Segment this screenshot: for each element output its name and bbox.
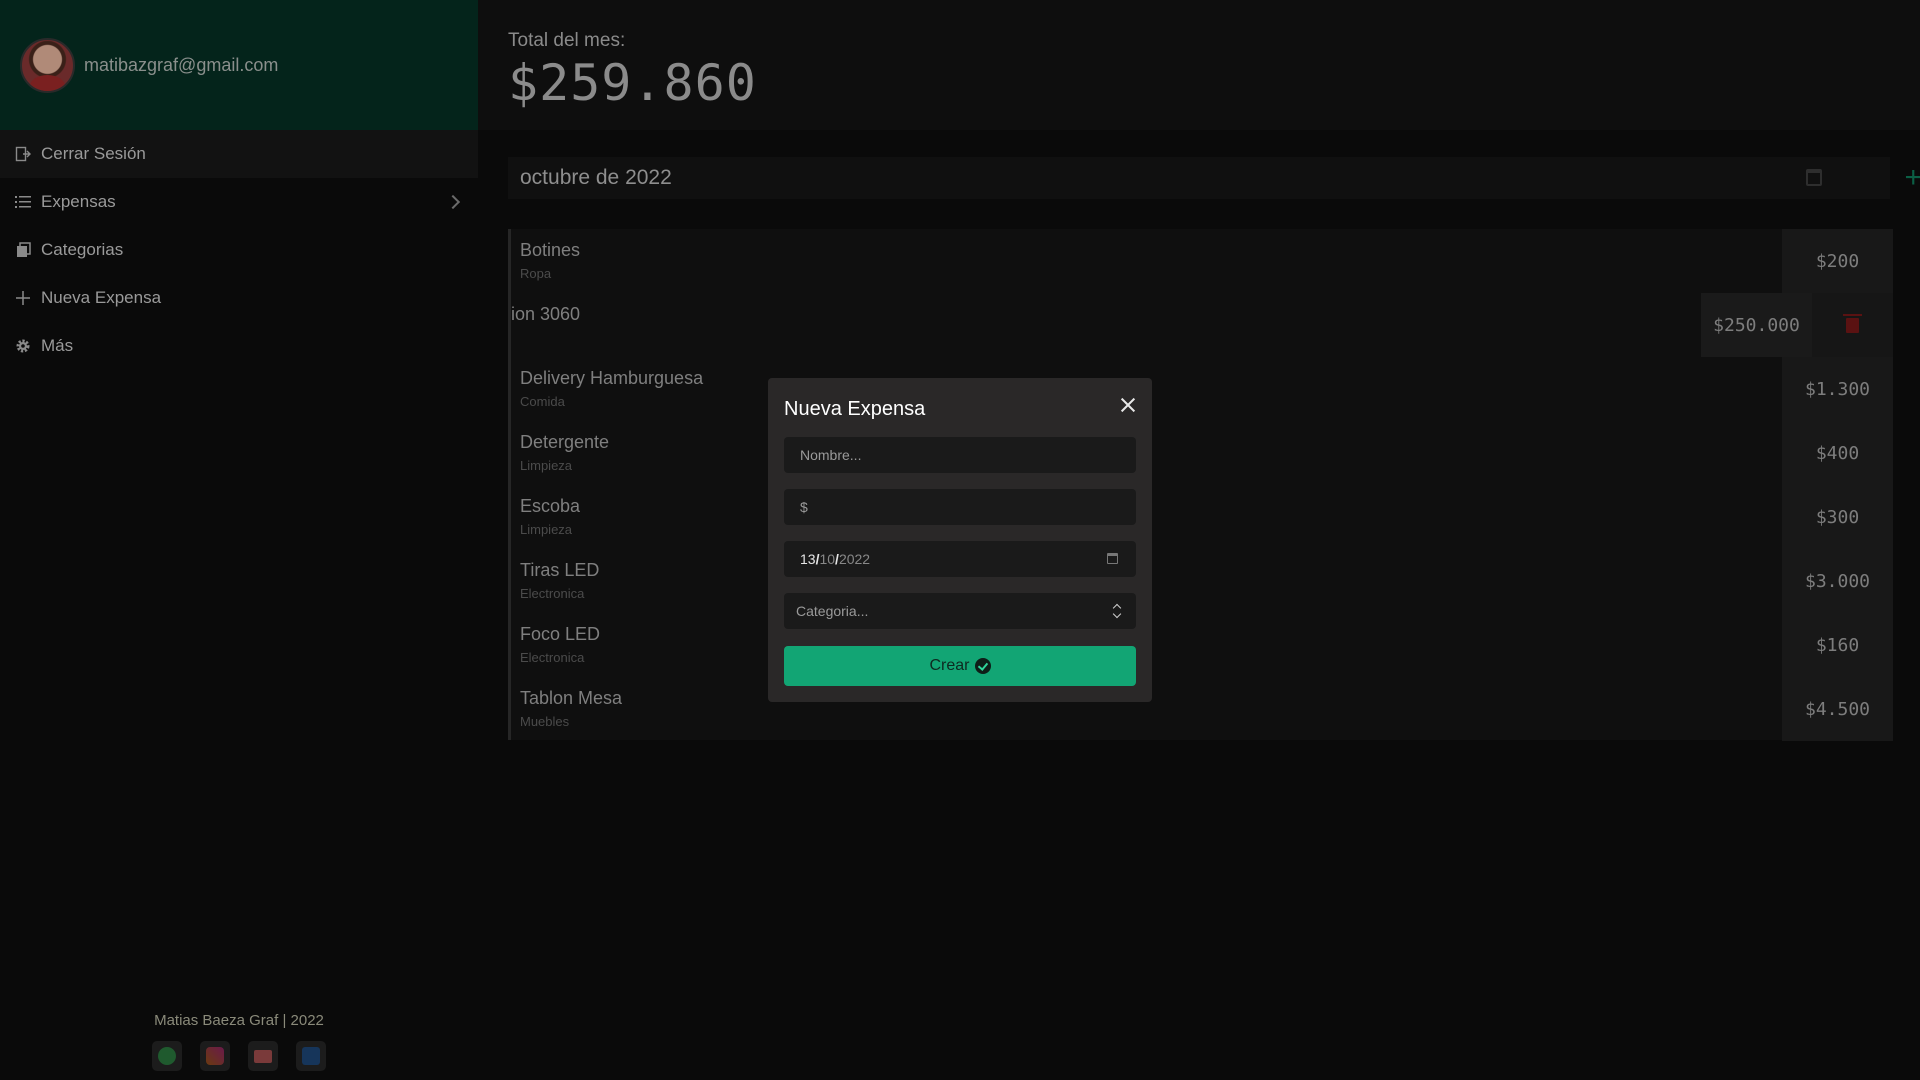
list-item[interactable]: ion 3060 $250.000 [511, 293, 1893, 357]
list-item[interactable]: Tablon Mesa Muebles $4.500 [511, 677, 1893, 741]
expense-amount: $250.000 [1701, 293, 1812, 357]
chevron-right-icon [445, 194, 461, 210]
date-month: 10 [819, 551, 836, 567]
list-item[interactable]: Delivery Hamburguesa Comida $1.300 [511, 357, 1893, 421]
expense-name: Delivery Hamburguesa [520, 368, 704, 388]
calendar-icon[interactable] [1806, 169, 1822, 186]
categories-icon [14, 241, 32, 259]
gear-icon [14, 337, 32, 355]
whatsapp-icon[interactable] [152, 1041, 182, 1071]
expense-name: Escoba [520, 496, 581, 516]
expense-category: Electronica [520, 650, 585, 665]
total-label: Total del mes: [508, 30, 626, 51]
close-icon[interactable] [1120, 397, 1136, 413]
expense-name: Detergente [520, 432, 610, 452]
month-selector: octubre de 2022 + [508, 157, 1920, 199]
select-arrows-icon [1112, 602, 1122, 620]
new-expense-modal: Nueva Expensa Nombre... $ 13/10/2022 Cat… [768, 378, 1152, 702]
calendar-icon[interactable] [1107, 553, 1118, 564]
main-content: Total del mes: $259.860 octubre de 2022 … [478, 0, 1920, 1080]
list-item[interactable]: Escoba Limpieza $300 [511, 485, 1893, 549]
date-input[interactable]: 13/10/2022 [784, 541, 1136, 577]
sidebar-item-label: Más [41, 336, 74, 355]
sidebar: matibazgraf@gmail.com Cerrar Sesión Expe… [0, 0, 478, 1080]
expense-amount: $3.000 [1782, 549, 1893, 613]
sidebar-item-label: Nueva Expensa [41, 288, 162, 307]
expense-category: Electronica [520, 586, 585, 601]
create-button[interactable]: Crear [784, 646, 1136, 686]
expense-category: Muebles [520, 714, 570, 729]
sidebar-item-mas[interactable]: Más [0, 322, 478, 370]
amount-input[interactable]: $ [784, 489, 1136, 525]
sidebar-item-nueva-expensa[interactable]: Nueva Expensa [0, 274, 478, 322]
expense-list: Botines Ropa $200 ion 3060 $250.000 Deli… [508, 229, 1893, 741]
category-select[interactable]: Categoria... [784, 593, 1136, 629]
expense-amount: $400 [1782, 421, 1893, 485]
list-item[interactable]: Detergente Limpieza $400 [511, 421, 1893, 485]
expense-name: Tiras LED [520, 560, 600, 580]
footer-credit: Matias Baeza Graf | 2022 [154, 1012, 324, 1029]
logout-icon [14, 145, 32, 163]
delete-button[interactable] [1812, 293, 1893, 357]
expense-category: Ropa [520, 266, 552, 281]
expense-amount: $160 [1782, 613, 1893, 677]
trash-icon [1843, 313, 1862, 333]
month-total-header: Total del mes: $259.860 [478, 0, 1920, 130]
expense-name: Tablon Mesa [520, 688, 623, 708]
list-item[interactable]: Botines Ropa $200 [511, 229, 1893, 293]
expense-category: Comida [520, 394, 565, 409]
profile-header: matibazgraf@gmail.com [0, 0, 478, 130]
expense-category: Limpieza [520, 522, 573, 537]
expense-name: Botines [520, 240, 581, 260]
sidebar-item-logout[interactable]: Cerrar Sesión [0, 130, 478, 178]
category-placeholder: Categoria... [796, 603, 869, 619]
expense-category: Limpieza [520, 458, 573, 473]
create-button-label: Crear [929, 657, 970, 674]
expense-name: ion 3060 [511, 304, 581, 324]
plus-icon [14, 289, 32, 307]
name-input[interactable]: Nombre... [784, 437, 1136, 473]
sidebar-menu: Cerrar Sesión Expensas Categorias Nueva … [0, 130, 478, 370]
expense-amount: $200 [1782, 229, 1893, 293]
sidebar-item-label: Cerrar Sesión [41, 144, 146, 163]
modal-title: Nueva Expensa [784, 398, 926, 420]
list-icon [14, 193, 32, 211]
expense-amount: $300 [1782, 485, 1893, 549]
instagram-icon[interactable] [200, 1041, 230, 1071]
check-circle-icon [974, 658, 991, 674]
sidebar-item-label: Categorias [41, 240, 124, 259]
list-item[interactable]: Foco LED Electronica $160 [511, 613, 1893, 677]
total-value: $259.860 [508, 54, 757, 112]
gmail-icon[interactable] [248, 1041, 278, 1071]
user-email: matibazgraf@gmail.com [84, 54, 279, 75]
sidebar-item-categorias[interactable]: Categorias [0, 226, 478, 274]
add-expense-icon[interactable]: + [1904, 163, 1920, 193]
month-label: octubre de 2022 [520, 166, 672, 189]
sidebar-item-expensas[interactable]: Expensas [0, 178, 478, 226]
avatar [20, 37, 75, 93]
date-day: 13 [800, 551, 816, 567]
linkedin-icon[interactable] [296, 1041, 326, 1071]
date-year: 2022 [838, 551, 871, 567]
expense-amount: $4.500 [1782, 677, 1893, 741]
expense-amount: $1.300 [1782, 357, 1893, 421]
sidebar-item-label: Expensas [41, 192, 116, 211]
list-item[interactable]: Tiras LED Electronica $3.000 [511, 549, 1893, 613]
expense-name: Foco LED [520, 624, 601, 644]
social-links [152, 1041, 326, 1071]
